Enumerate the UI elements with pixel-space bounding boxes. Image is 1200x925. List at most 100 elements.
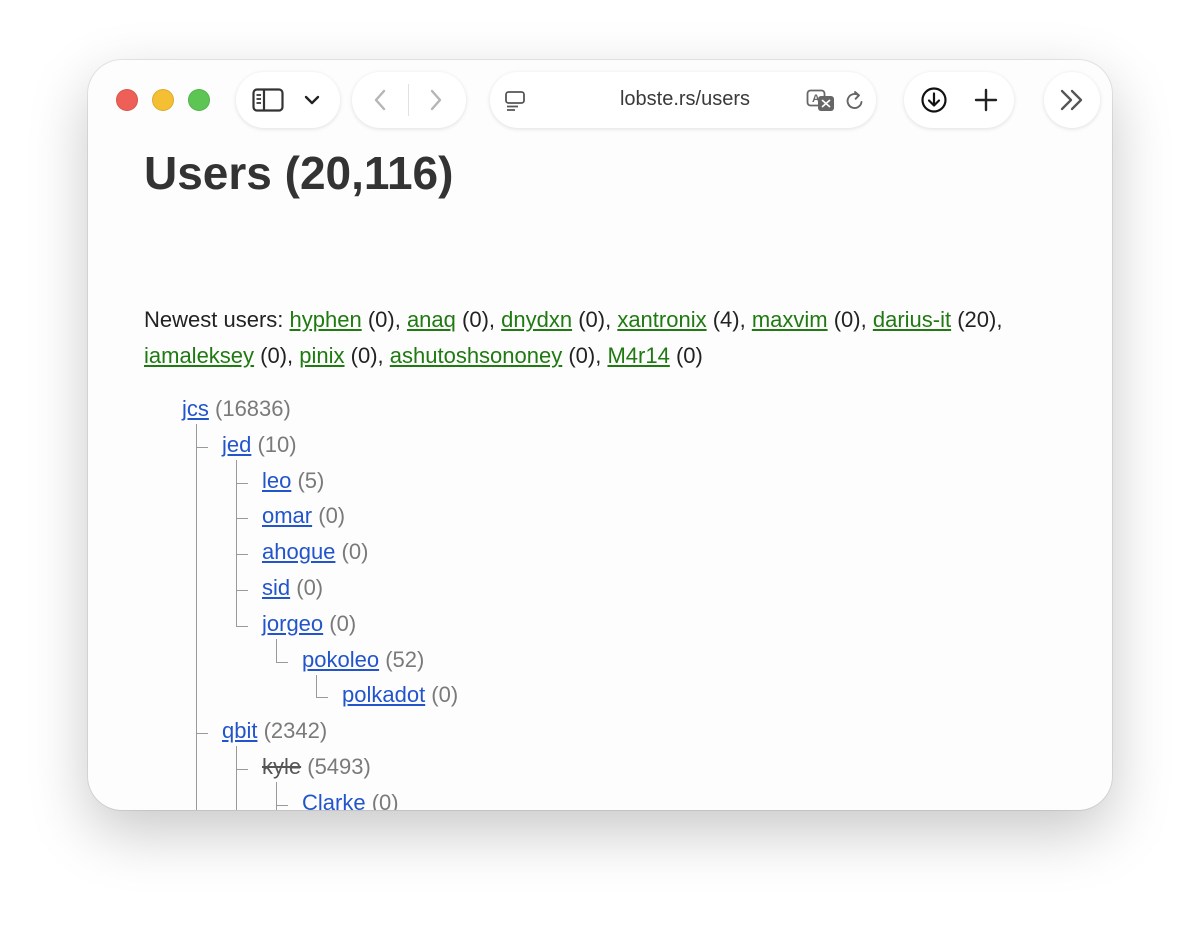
newest-user-link[interactable]: dnydxn xyxy=(501,307,572,332)
user-link[interactable]: omar xyxy=(262,503,312,528)
translate-icon[interactable]: A xyxy=(806,89,836,113)
tree-guide xyxy=(316,674,317,698)
tree-connector xyxy=(236,625,248,627)
tree-connector xyxy=(236,482,248,484)
user-invite-count: (52) xyxy=(379,646,425,672)
user-link[interactable]: jed xyxy=(222,432,251,457)
tree-connector xyxy=(276,661,288,663)
tree-node: qbit (2342) xyxy=(222,716,327,746)
tree-connector xyxy=(236,554,248,556)
newest-user-count: (0), xyxy=(344,343,390,368)
tree-connector xyxy=(236,518,248,520)
deleted-user-name: kyle xyxy=(262,754,302,779)
user-link[interactable]: sid xyxy=(262,575,290,600)
page-title: Users (20,116) xyxy=(144,147,454,199)
address-bar[interactable]: lobste.rs/users A xyxy=(490,72,876,128)
user-invite-count: (0) xyxy=(425,682,459,708)
user-tree: jcs (16836) jed (10) leo (5) omar (0) ahogue… xyxy=(144,394,744,810)
sidebar-icon[interactable] xyxy=(252,88,284,112)
user-invite-count: (0) xyxy=(335,539,369,565)
tree-node: omar (0) xyxy=(262,501,345,531)
new-tab-icon[interactable] xyxy=(974,88,998,112)
tab-overview-group xyxy=(1044,72,1100,128)
newest-user-link[interactable]: xantronix xyxy=(617,307,706,332)
user-invite-count: (0) xyxy=(365,789,399,810)
user-link[interactable]: pokoleo xyxy=(302,647,379,672)
newest-user-link[interactable]: M4r14 xyxy=(607,343,669,368)
user-invite-count: (0) xyxy=(323,610,357,636)
tree-connector xyxy=(236,590,248,591)
user-link[interactable]: qbit xyxy=(222,718,257,743)
tree-node: Clarke (0) xyxy=(302,788,399,810)
newest-user-link[interactable]: pinix xyxy=(299,343,344,368)
reload-icon[interactable] xyxy=(844,89,866,113)
user-link[interactable]: jcs xyxy=(182,396,209,421)
tree-connector xyxy=(236,769,248,770)
newest-user-count: (4), xyxy=(706,307,752,332)
newest-user-link[interactable]: darius-it xyxy=(873,307,951,332)
double-chevron-right-icon[interactable] xyxy=(1058,88,1086,112)
nav-divider xyxy=(408,84,409,116)
user-link[interactable]: ahogue xyxy=(262,539,335,564)
page-menu-icon[interactable] xyxy=(504,90,526,112)
user-link[interactable]: jorgeo xyxy=(262,611,323,636)
newest-user-count: (0), xyxy=(455,307,502,332)
downloads-icon[interactable] xyxy=(920,86,948,114)
newest-users-paragraph: Newest users: hyphen (0), anaq (0), dnyd… xyxy=(144,302,1064,374)
tree-connector xyxy=(196,446,208,448)
tree-connector xyxy=(316,697,328,699)
page-content: Users (20,116) Newest users: hyphen (0),… xyxy=(144,140,1072,810)
user-invite-count: (0) xyxy=(312,503,346,529)
back-icon[interactable] xyxy=(372,88,388,112)
chevron-down-icon[interactable] xyxy=(304,94,320,106)
newest-user-count: (0), xyxy=(254,343,300,368)
tree-node: jorgeo (0) xyxy=(262,609,356,639)
forward-icon[interactable] xyxy=(428,88,444,112)
newest-user-link[interactable]: hyphen xyxy=(290,307,362,332)
tree-node: pokoleo (52) xyxy=(302,645,424,675)
newest-user-count: (0), xyxy=(562,343,608,368)
close-window-button[interactable] xyxy=(116,89,138,111)
user-invite-count: (16836) xyxy=(208,396,291,421)
zoom-window-button[interactable] xyxy=(188,89,210,111)
tree-guide xyxy=(276,638,277,662)
user-link[interactable]: Clarke xyxy=(302,790,366,810)
newest-user-count: (20), xyxy=(951,307,1003,332)
tree-connector xyxy=(196,733,208,735)
tree-node: kyle (5493) xyxy=(262,752,371,782)
user-link[interactable]: leo xyxy=(262,468,291,493)
tree-node: jed (10) xyxy=(222,430,297,460)
tree-node: ahogue (0) xyxy=(262,537,368,567)
newest-users-label: Newest users: xyxy=(144,307,284,332)
browser-toolbar: lobste.rs/users A xyxy=(88,60,1112,140)
tree-node: sid (0) xyxy=(262,573,323,603)
tree-connector xyxy=(276,804,288,806)
navigation-group xyxy=(352,72,466,128)
newest-user-count: (0) xyxy=(669,343,703,368)
user-invite-count: (0) xyxy=(290,575,324,600)
user-invite-count: (5) xyxy=(291,467,325,493)
newest-user-count: (0), xyxy=(572,307,618,332)
newest-user-link[interactable]: anaq xyxy=(407,307,456,332)
tree-node: polkadot (0) xyxy=(342,680,458,710)
browser-window: lobste.rs/users A Users (20,116) Newest … xyxy=(88,60,1112,810)
url-text: lobste.rs/users xyxy=(619,88,751,110)
tree-guide xyxy=(276,782,277,810)
tree-guide xyxy=(236,459,237,626)
newest-user-count: (0), xyxy=(827,307,873,332)
downloads-newtab-group xyxy=(904,72,1014,128)
user-invite-count: (2342) xyxy=(257,718,328,744)
sidebar-control-group xyxy=(236,72,340,128)
user-invite-count: (5493) xyxy=(301,754,371,779)
tree-guide xyxy=(196,424,197,810)
newest-user-count: (0), xyxy=(361,307,407,332)
newest-user-link[interactable]: maxvim xyxy=(752,307,828,332)
tree-node: leo (5) xyxy=(262,466,324,496)
minimize-window-button[interactable] xyxy=(152,89,174,111)
tree-node: jcs (16836) xyxy=(182,394,291,424)
user-invite-count: (10) xyxy=(251,431,297,457)
newest-user-link[interactable]: iamaleksey xyxy=(144,343,254,368)
tree-guide xyxy=(236,746,237,810)
newest-user-link[interactable]: ashutoshsononey xyxy=(390,343,562,368)
user-link[interactable]: polkadot xyxy=(342,682,425,707)
